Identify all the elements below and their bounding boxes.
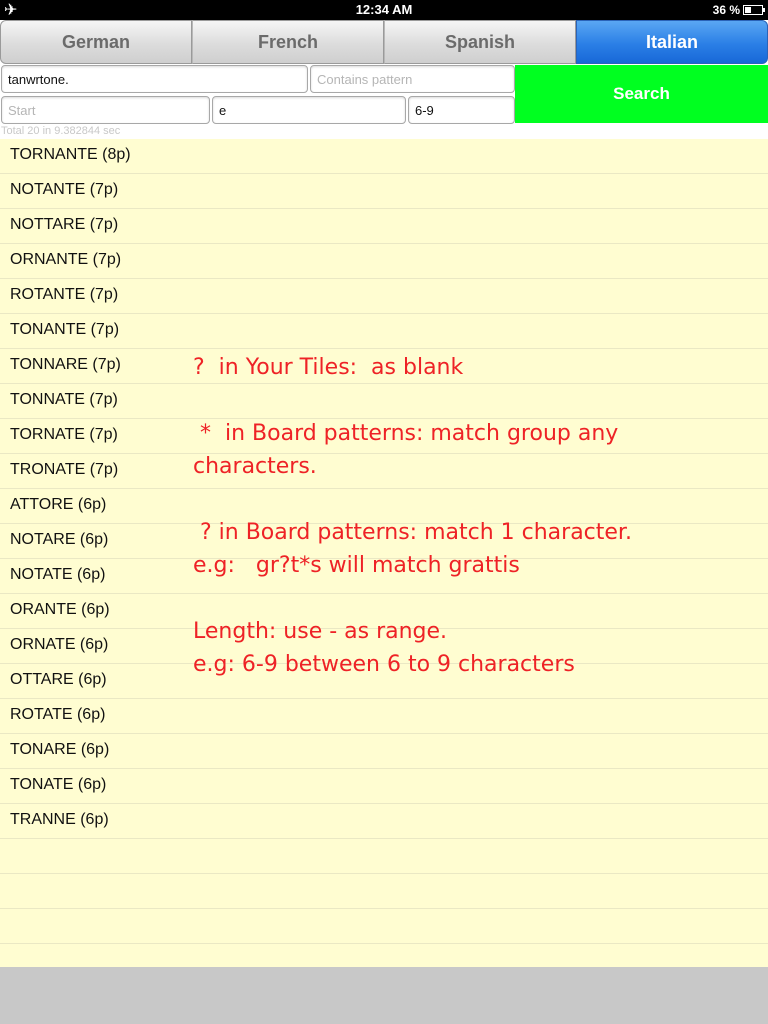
status-time: 12:34 AM bbox=[355, 2, 413, 17]
help-line-star-pattern-cont: characters. bbox=[193, 454, 317, 479]
start-pattern-input[interactable] bbox=[1, 96, 210, 124]
total-results-text: Total 20 in 9.382844 sec bbox=[1, 125, 121, 137]
help-line-question-pattern: ? in Board patterns: match 1 character. bbox=[193, 520, 632, 545]
contains-pattern-input[interactable] bbox=[310, 65, 515, 93]
result-row[interactable]: ORNANTE (7p) bbox=[0, 244, 768, 279]
help-text: ? in Your Tiles: as blank * in Board pat… bbox=[193, 351, 753, 681]
end-pattern-input[interactable] bbox=[212, 96, 406, 124]
result-row[interactable]: TONANTE (7p) bbox=[0, 314, 768, 349]
search-panel: Search Total 20 in 9.382844 sec bbox=[0, 64, 768, 139]
status-bar: ✈ 12:34 AM 36 % bbox=[0, 0, 768, 20]
result-row[interactable]: NOTTARE (7p) bbox=[0, 209, 768, 244]
result-row[interactable]: TONATE (6p) bbox=[0, 769, 768, 804]
result-row[interactable]: ROTATE (6p) bbox=[0, 699, 768, 734]
your-tiles-input[interactable] bbox=[1, 65, 308, 93]
help-spacer bbox=[193, 483, 753, 516]
help-spacer bbox=[193, 582, 753, 615]
result-row[interactable]: TONARE (6p) bbox=[0, 734, 768, 769]
help-line-length: Length: use - as range. bbox=[193, 619, 448, 644]
help-line-blank-tiles: ? in Your Tiles: as blank bbox=[193, 355, 464, 380]
language-segmented-control: German French Spanish Italian bbox=[0, 20, 768, 64]
help-spacer bbox=[193, 384, 753, 417]
help-line-question-example: e.g: gr?t*s will match grattis bbox=[193, 553, 520, 578]
tab-german[interactable]: German bbox=[0, 20, 192, 64]
battery-icon bbox=[743, 5, 765, 15]
search-button[interactable]: Search bbox=[515, 65, 768, 123]
battery-percent: 36 % bbox=[712, 3, 740, 17]
result-row[interactable]: ROTANTE (7p) bbox=[0, 279, 768, 314]
tab-italian[interactable]: Italian bbox=[576, 20, 768, 64]
tab-spanish[interactable]: Spanish bbox=[384, 20, 576, 64]
result-row[interactable]: TRANNE (6p) bbox=[0, 804, 768, 839]
help-line-star-pattern: * in Board patterns: match group any bbox=[193, 421, 619, 446]
bottom-toolbar bbox=[0, 967, 768, 1024]
result-row[interactable]: NOTANTE (7p) bbox=[0, 174, 768, 209]
result-row[interactable]: TORNANTE (8p) bbox=[0, 139, 768, 174]
length-input[interactable] bbox=[408, 96, 515, 124]
tab-french[interactable]: French bbox=[192, 20, 384, 64]
help-line-length-example: e.g: 6-9 between 6 to 9 characters bbox=[193, 652, 575, 677]
